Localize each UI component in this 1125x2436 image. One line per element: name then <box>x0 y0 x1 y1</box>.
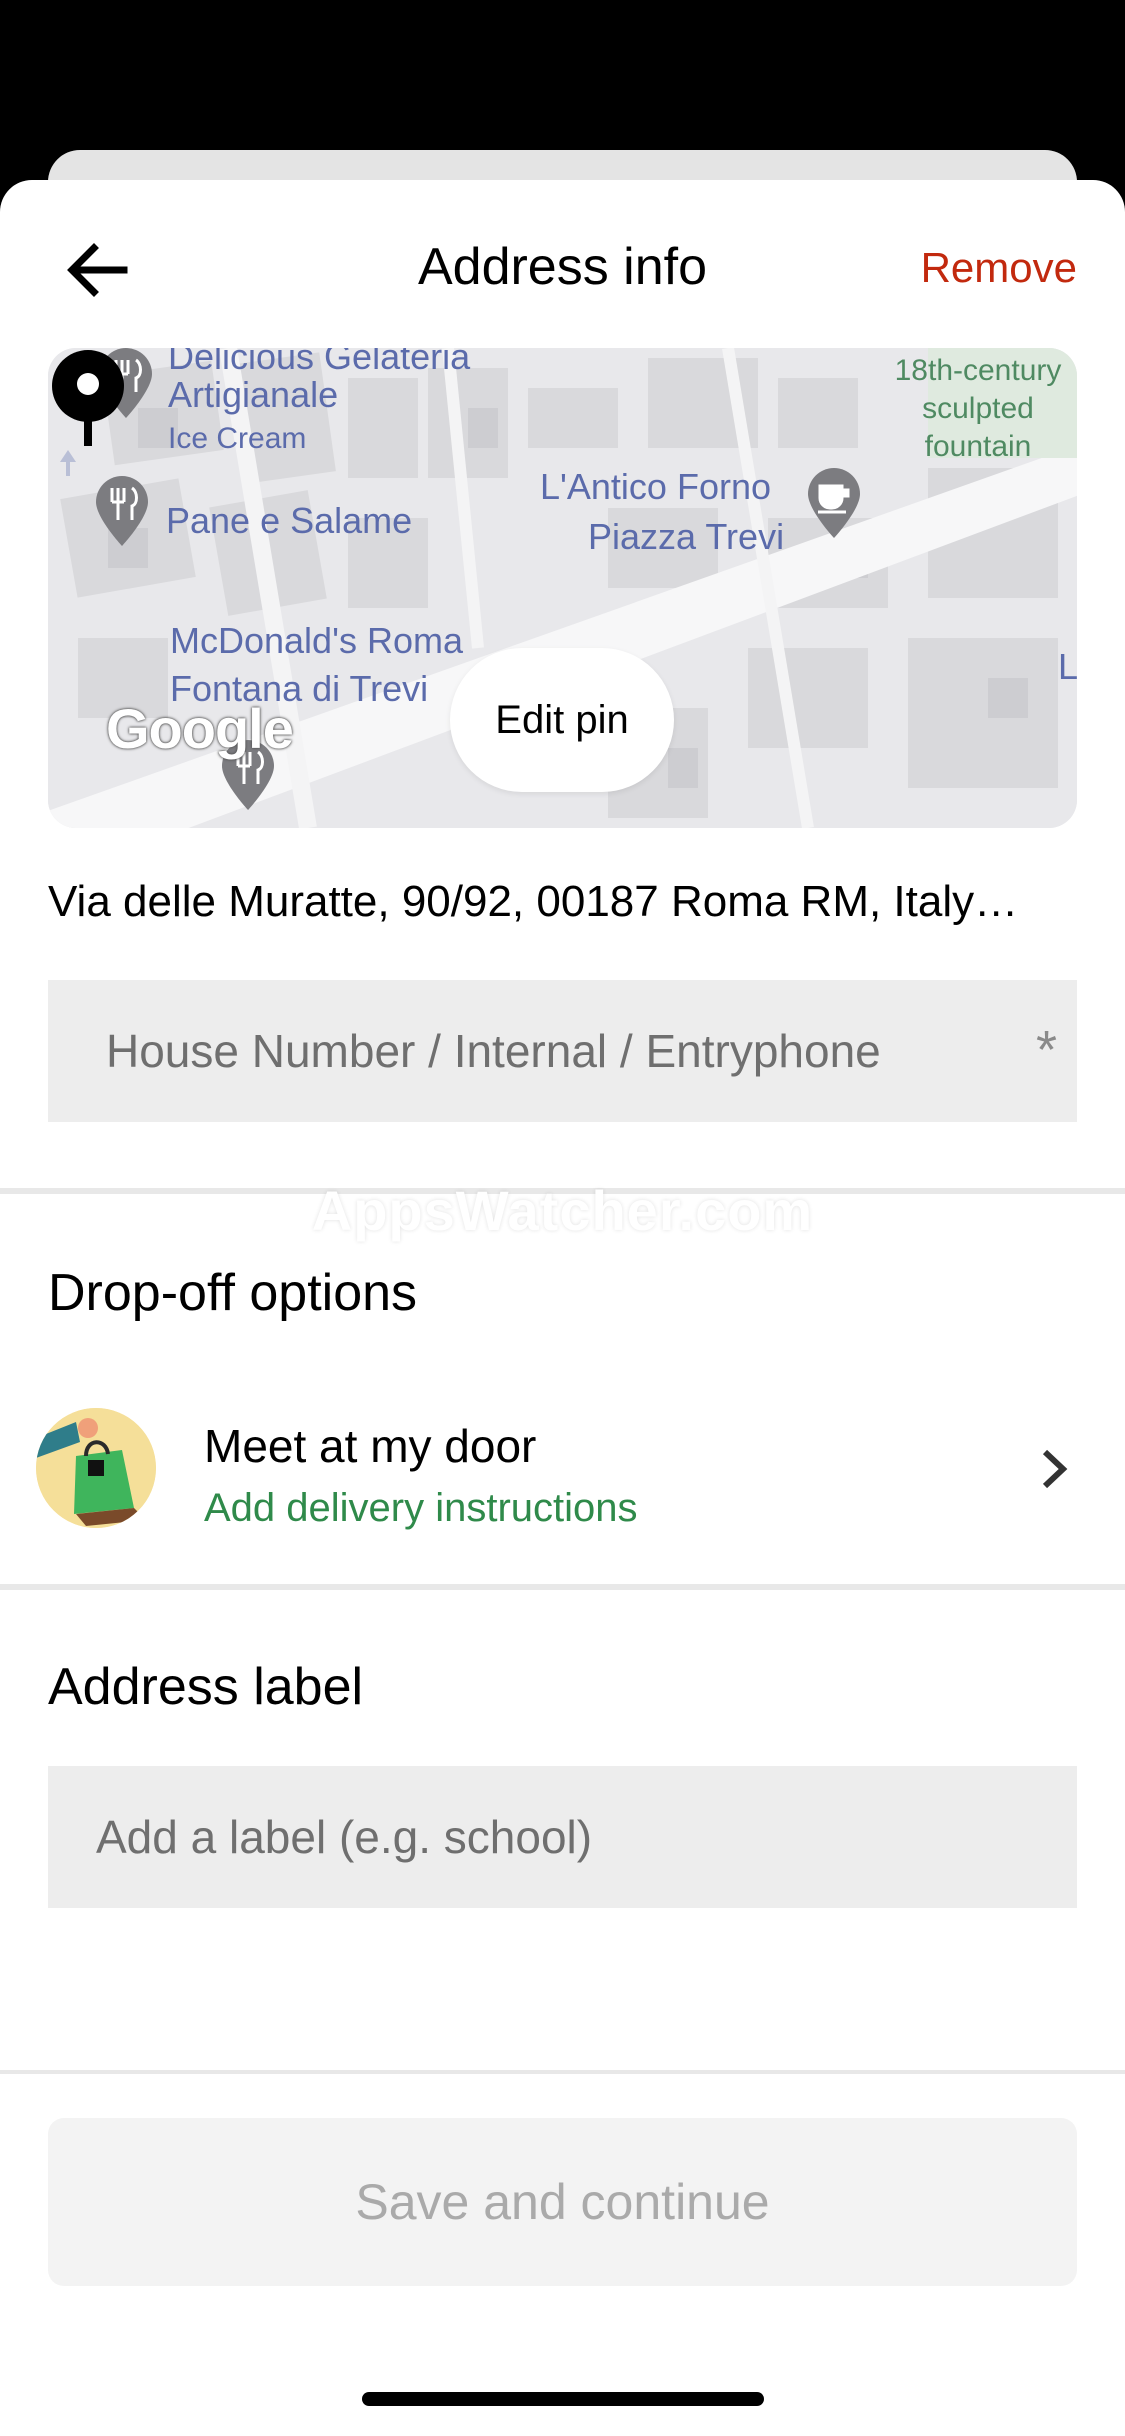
address-info-sheet: Address info Remove Delicious Gelateria … <box>0 180 1125 2436</box>
map-label-artigianale: Artigianale <box>168 374 339 415</box>
map-label-antico-forno: L'Antico Forno <box>540 466 771 507</box>
header: Address info Remove <box>0 180 1125 350</box>
edit-pin-button[interactable]: Edit pin <box>450 648 674 792</box>
footer-divider <box>0 2070 1125 2074</box>
map-label-piazza-trevi: Piazza Trevi <box>588 516 785 557</box>
map-label-pane-salame: Pane e Salame <box>166 500 413 541</box>
google-logo: Google <box>106 697 294 760</box>
remove-button[interactable]: Remove <box>921 238 1077 298</box>
chevron-right-icon <box>1042 1449 1068 1489</box>
address-label-field[interactable] <box>48 1766 1077 1908</box>
watermark: AppsWatcher.com <box>311 1179 814 1242</box>
map-view[interactable]: Delicious Gelateria Artigianale Ice Crea… <box>48 348 1077 828</box>
map-label-mcdonalds: McDonald's Roma <box>170 620 463 661</box>
delivery-bag-icon <box>36 1408 156 1528</box>
dropoff-option-title: Meet at my door <box>204 1420 537 1472</box>
save-and-continue-button[interactable]: Save and continue <box>48 2118 1077 2286</box>
address-label-section-title: Address label <box>48 1658 364 1716</box>
dropoff-section-title: Drop-off options <box>48 1264 418 1322</box>
add-delivery-instructions-link[interactable]: Add delivery instructions <box>204 1482 638 1534</box>
restaurant-poi-icon <box>96 476 148 546</box>
location-pin-icon <box>52 350 124 446</box>
meet-at-door-option[interactable]: Meet at my door Add delivery instruction… <box>0 1378 1125 1538</box>
address-label-input[interactable] <box>48 1766 1077 1908</box>
one-way-arrow-icon <box>60 450 76 476</box>
cafe-poi-icon <box>808 468 860 538</box>
section-divider <box>0 1584 1125 1590</box>
home-indicator <box>362 2392 764 2406</box>
map-label-edge: L <box>1058 646 1077 687</box>
house-number-field[interactable]: * <box>48 980 1077 1122</box>
map-label-fountain: 18th-century sculpted fountain <box>894 354 1062 463</box>
house-number-input[interactable] <box>48 980 1077 1122</box>
address-text: Via delle Muratte, 90/92, 00187 Roma RM,… <box>48 877 1019 926</box>
map-label-ice-cream: Ice Cream <box>168 422 307 455</box>
required-asterisk-icon: * <box>1035 1020 1057 1080</box>
